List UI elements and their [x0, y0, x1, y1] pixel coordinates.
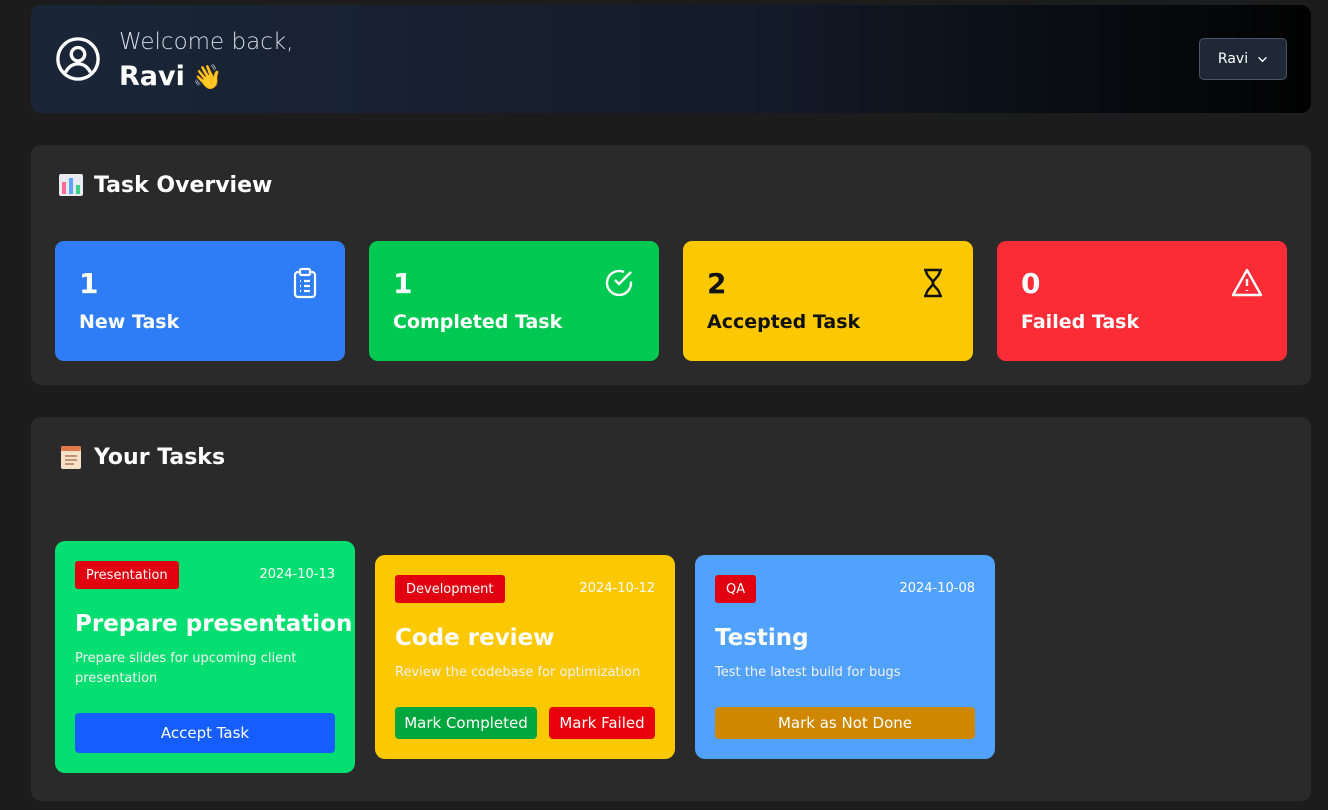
- notepad-icon: [61, 446, 81, 469]
- user-name-text: Ravi: [119, 61, 185, 92]
- task-overview-title: Task Overview: [58, 172, 272, 198]
- user-name: Ravi 👋: [119, 61, 223, 92]
- check-circle-icon: [605, 269, 633, 297]
- task-title: Prepare presentation: [75, 611, 353, 637]
- task-card: Presentation 2024-10-13 Prepare presenta…: [55, 541, 355, 773]
- stat-new-task: 1 New Task: [55, 241, 345, 361]
- task-date: 2024-10-12: [579, 581, 655, 596]
- category-badge: QA: [715, 575, 757, 603]
- category-badge: Presentation: [75, 561, 179, 589]
- hourglass-icon: [924, 268, 942, 298]
- category-badge: Development: [395, 575, 505, 603]
- your-tasks-title-text: Your Tasks: [94, 444, 226, 470]
- task-description: Prepare slides for upcoming client prese…: [75, 651, 297, 686]
- task-date: 2024-10-08: [899, 581, 975, 596]
- stat-failed-task: 0 Failed Task: [997, 241, 1287, 361]
- stat-count: 2: [707, 267, 727, 300]
- task-card: Development 2024-10-12 Code review Revie…: [375, 555, 675, 759]
- stat-label: Failed Task: [1021, 311, 1140, 333]
- mark-not-done-button[interactable]: Mark as Not Done: [715, 707, 975, 739]
- accept-task-button[interactable]: Accept Task: [75, 713, 335, 753]
- task-description: Review the codebase for optimization: [395, 665, 641, 680]
- clipboard-icon: [293, 267, 317, 299]
- stat-count: 1: [393, 267, 413, 300]
- warning-icon: [1231, 268, 1263, 297]
- welcome-header: Welcome back, Ravi 👋 Ravi: [31, 5, 1311, 113]
- your-tasks-title: Your Tasks: [58, 444, 225, 470]
- welcome-text: Welcome back,: [119, 29, 294, 55]
- stat-count: 1: [79, 267, 99, 300]
- your-tasks-panel: Your Tasks Presentation 2024-10-13 Prepa…: [31, 417, 1311, 801]
- task-card: QA 2024-10-08 Testing Test the latest bu…: [695, 555, 995, 759]
- stat-count: 0: [1021, 267, 1041, 300]
- stat-label: New Task: [79, 311, 180, 333]
- wave-emoji: 👋: [192, 63, 223, 91]
- mark-completed-button[interactable]: Mark Completed: [395, 707, 537, 739]
- stat-label: Accepted Task: [707, 311, 861, 333]
- stat-accepted-task: 2 Accepted Task: [683, 241, 973, 361]
- task-description: Test the latest build for bugs: [715, 665, 901, 680]
- task-title: Code review: [395, 625, 555, 651]
- mark-failed-button[interactable]: Mark Failed: [549, 707, 655, 739]
- stat-completed-task: 1 Completed Task: [369, 241, 659, 361]
- task-overview-panel: Task Overview 1 New Task 1 Completed Tas…: [31, 145, 1311, 385]
- user-circle-icon: [56, 37, 100, 81]
- task-title: Testing: [715, 625, 809, 651]
- task-overview-title-text: Task Overview: [94, 172, 273, 198]
- user-dropdown-label: Ravi: [1217, 51, 1249, 67]
- stat-label: Completed Task: [393, 311, 563, 333]
- user-dropdown[interactable]: Ravi: [1199, 38, 1287, 80]
- chevron-down-icon: [1258, 56, 1268, 62]
- task-date: 2024-10-13: [259, 567, 335, 582]
- bar-chart-icon: [59, 174, 83, 196]
